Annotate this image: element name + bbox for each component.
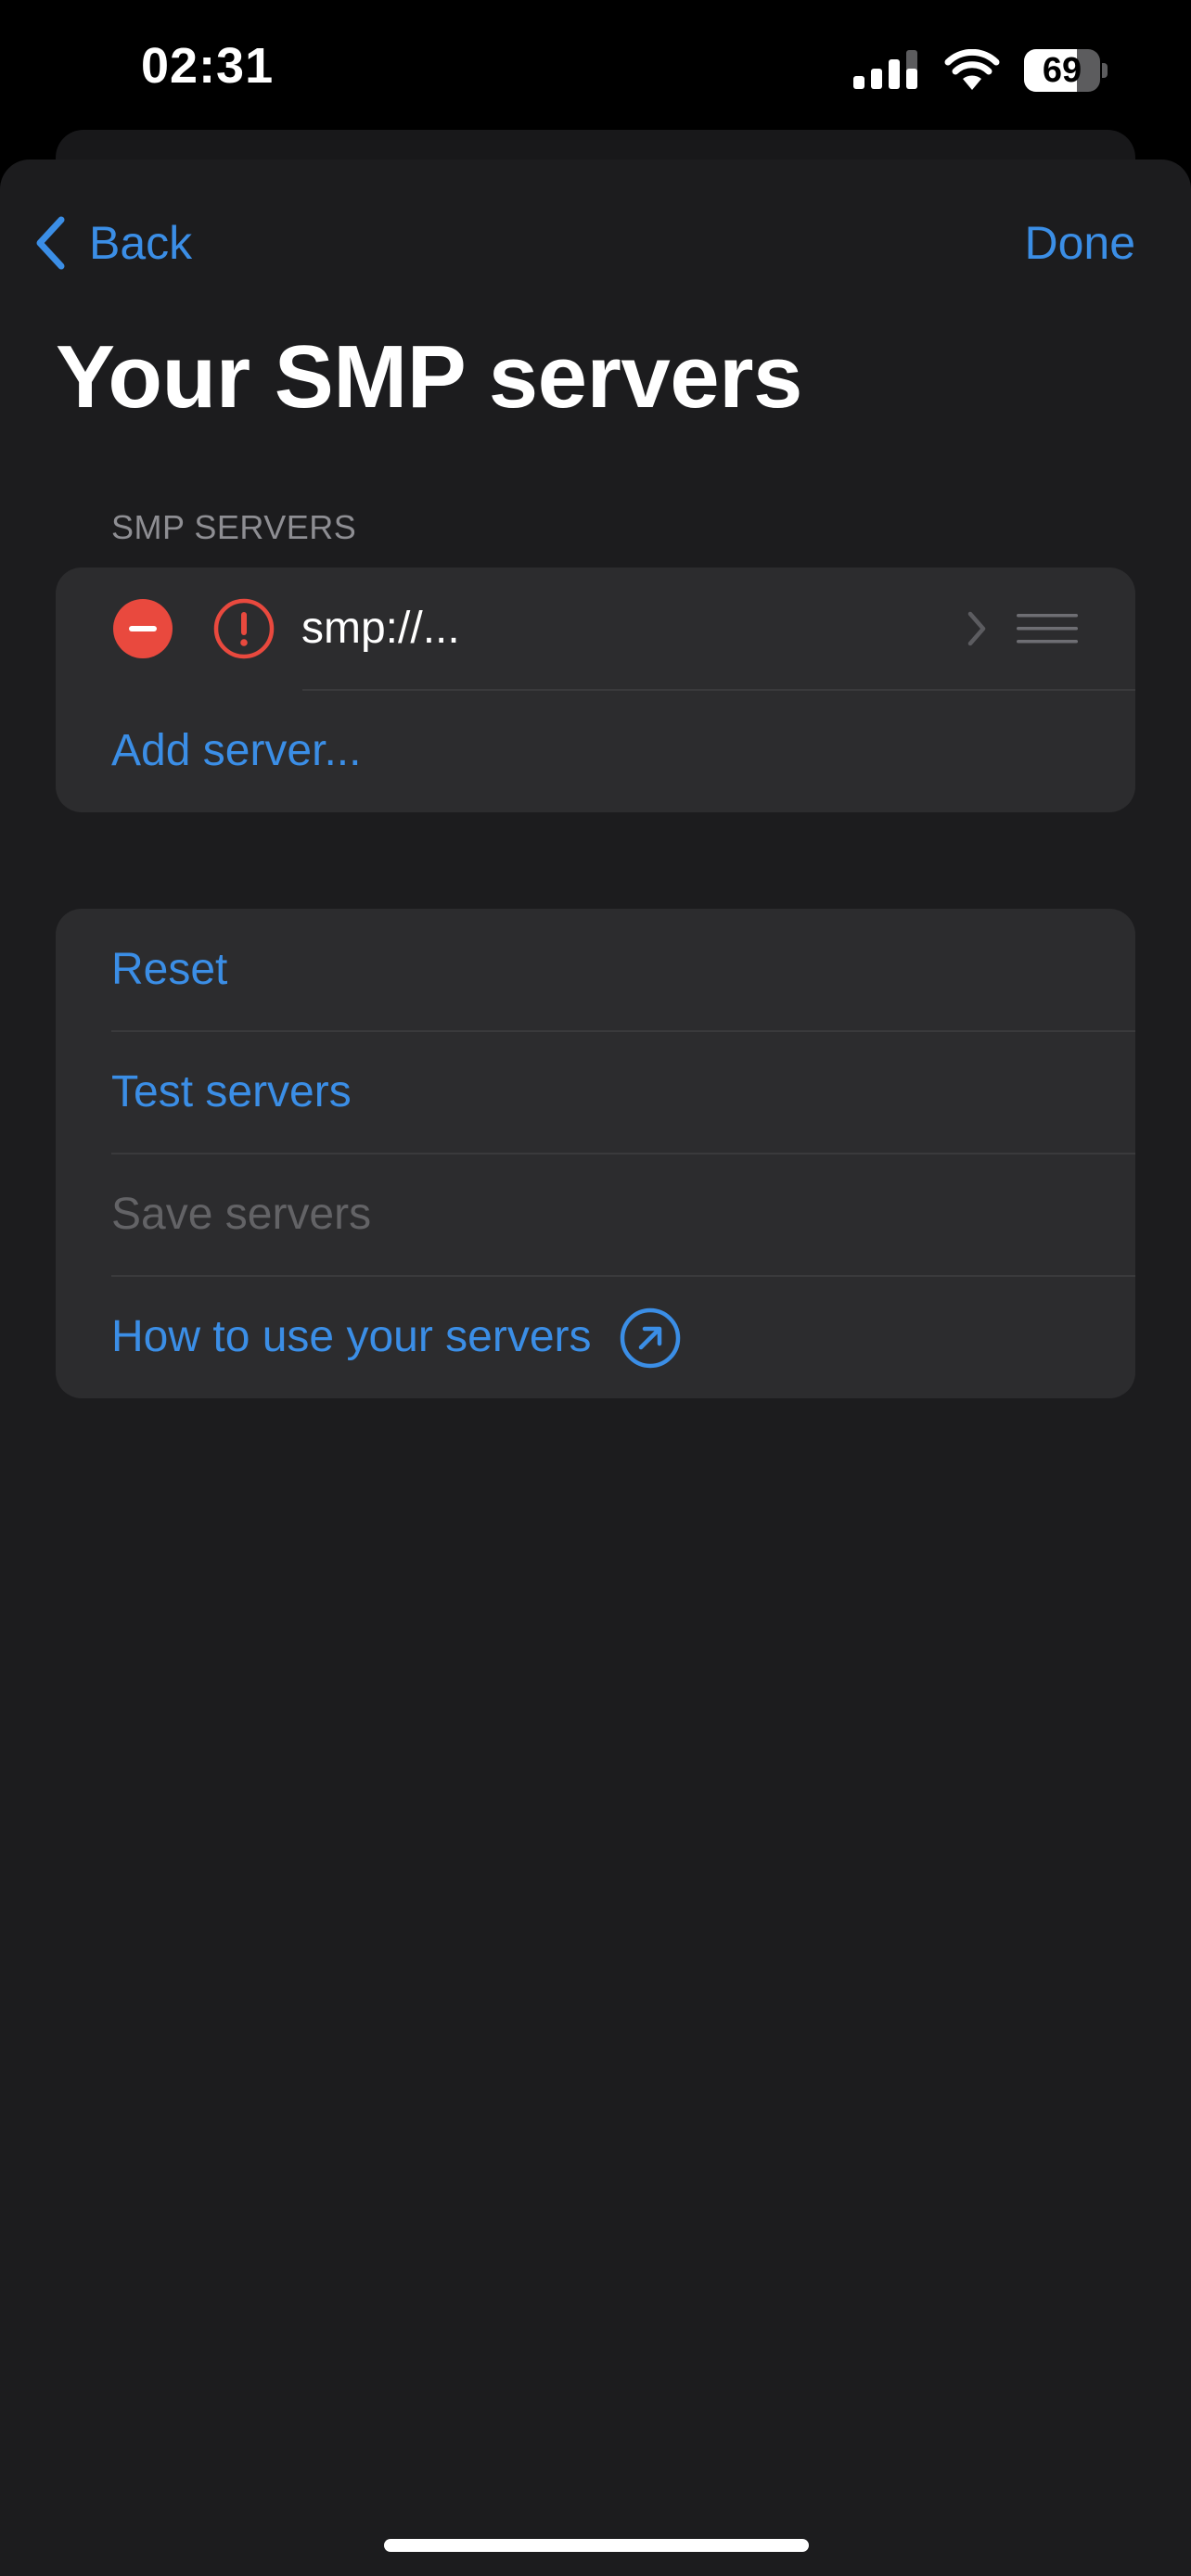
page-title: Your SMP servers: [56, 327, 802, 427]
server-row[interactable]: smp://...: [56, 567, 1135, 690]
add-server-label: Add server...: [111, 726, 362, 775]
back-label: Back: [89, 217, 193, 269]
test-servers-button[interactable]: Test servers: [56, 1031, 1135, 1154]
add-server-button[interactable]: Add server...: [56, 690, 1135, 812]
screen: 02:31 69 Back Done Your SMP servers SMP …: [0, 0, 1191, 2576]
cellular-signal-icon: [853, 50, 917, 89]
exclamation-circle-icon: [213, 598, 275, 659]
save-servers-button[interactable]: Save servers: [56, 1154, 1135, 1276]
reset-label: Reset: [111, 945, 228, 994]
status-icons: 69: [853, 45, 1108, 96]
smp-servers-list: smp://... Add server...: [56, 567, 1135, 812]
remove-server-button[interactable]: [113, 599, 173, 658]
server-actions-list: Reset Test servers Save servers How to u…: [56, 909, 1135, 1398]
how-to-use-servers-label: How to use your servers: [111, 1312, 592, 1361]
test-servers-label: Test servers: [111, 1067, 352, 1116]
wifi-icon: [944, 49, 1000, 90]
reset-button[interactable]: Reset: [56, 909, 1135, 1031]
settings-sheet: Back Done Your SMP servers SMP SERVERS s…: [0, 159, 1191, 2576]
arrow-up-right-circle-icon: [620, 1307, 681, 1369]
done-button[interactable]: Done: [1024, 206, 1135, 280]
server-address: smp://...: [301, 604, 460, 653]
home-indicator: [384, 2539, 809, 2552]
section-header-smp-servers: SMP SERVERS: [111, 508, 357, 546]
battery-level: 69: [1042, 51, 1082, 90]
drag-handle-icon[interactable]: [1017, 610, 1078, 647]
chevron-right-icon: [967, 611, 986, 646]
chevron-left-icon: [36, 216, 65, 270]
status-time: 02:31: [141, 38, 275, 94]
back-button[interactable]: Back: [33, 206, 192, 280]
battery-icon: 69: [1024, 49, 1108, 92]
how-to-use-servers-link[interactable]: How to use your servers: [56, 1276, 1135, 1398]
save-servers-label: Save servers: [111, 1190, 372, 1239]
